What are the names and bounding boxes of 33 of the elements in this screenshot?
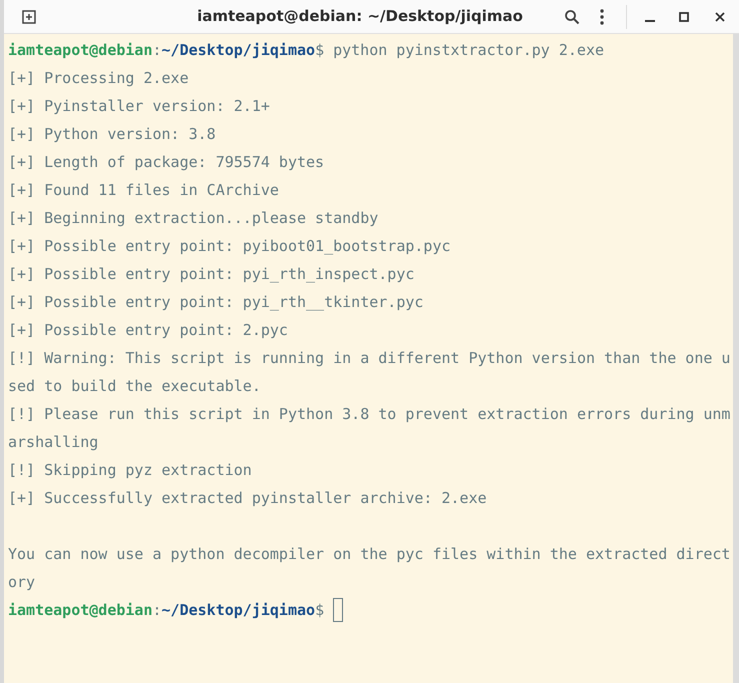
output-line: [+] Found 11 files in CArchive <box>8 180 280 201</box>
output-line: [+] Possible entry point: 2.pyc <box>8 320 289 341</box>
output-line: ory <box>8 572 36 593</box>
maximize-icon[interactable] <box>679 12 689 22</box>
search-icon[interactable] <box>564 8 580 24</box>
output-line: [+] Successfully extracted pyinstaller archive: 2.exe <box>8 488 488 509</box>
prompt-path: ~/Desktop/jiqimao <box>162 40 316 61</box>
prompt-path: ~/Desktop/jiqimao <box>162 600 316 621</box>
command-text: python pyinstxtractor.py 2.exe <box>333 40 604 61</box>
output-line: [+] Pyinstaller version: 2.1+ <box>8 96 271 117</box>
output-line: [!] Please run this script in Python 3.8 to prevent extraction errors during unm <box>8 404 732 425</box>
prompt-symbol: $ <box>315 40 324 61</box>
output-line: [+] Beginning extraction...please standby <box>8 208 380 229</box>
prompt-separator: : <box>152 40 162 61</box>
output-line: [!] Skipping pyz extraction <box>8 460 253 481</box>
output-line: [+] Length of package: 795574 bytes <box>8 152 326 173</box>
output-line: [!] Warning: This script is running in a different Python version than the one u <box>8 348 732 369</box>
output-line: [+] Possible entry point: pyi_rth_inspect.pyc <box>8 264 416 285</box>
output-line: arshalling <box>8 432 100 453</box>
window-title: iamteapot@debian: ~/Desktop/jiqimao <box>197 6 523 28</box>
output-line: [+] Possible entry point: pyi_rth__tkinter.pyc <box>8 292 424 313</box>
new-tab-icon[interactable] <box>22 10 36 24</box>
output-line: You can now use a python decompiler on the pyc files within the extracted direct <box>8 544 732 565</box>
prompt-symbol: $ <box>315 600 324 621</box>
output-line: [+] Processing 2.exe <box>8 68 190 89</box>
prompt-separator: : <box>152 600 162 621</box>
menu-icon[interactable] <box>600 8 604 24</box>
output-line: [+] Python version: 3.8 <box>8 124 217 145</box>
prompt-user: iamteapot@debian <box>8 600 152 621</box>
prompt-user: iamteapot@debian <box>8 40 152 61</box>
close-icon[interactable] <box>715 12 725 22</box>
output-line: [+] Possible entry point: pyiboot01_bootstrap.pyc <box>8 236 452 257</box>
output-line: sed to build the executable. <box>8 376 262 397</box>
